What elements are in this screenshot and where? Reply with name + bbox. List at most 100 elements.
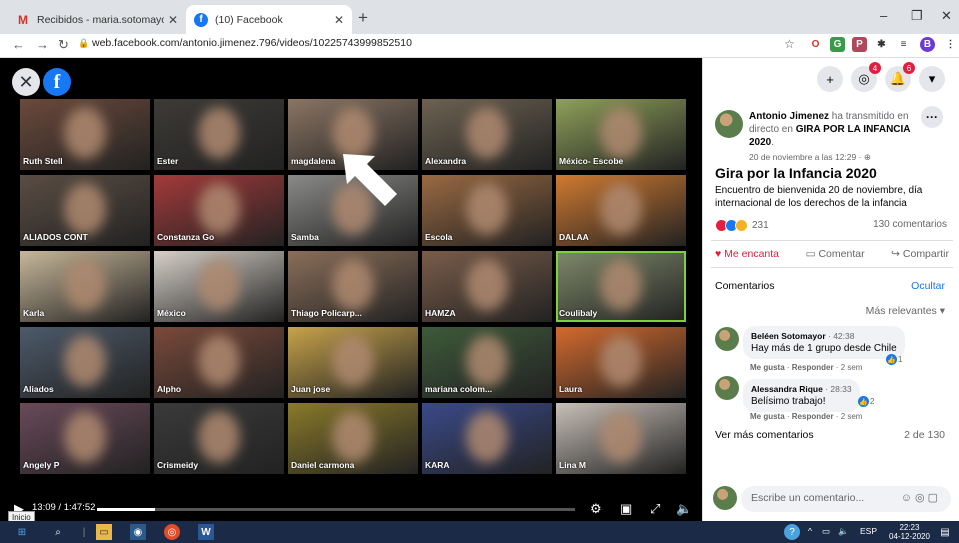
profile-avatar[interactable]: B — [920, 37, 935, 52]
blurred-face — [600, 411, 642, 463]
hide-comments-link[interactable]: Ocultar — [911, 280, 945, 292]
commenter-avatar[interactable] — [715, 327, 739, 351]
create-icon[interactable]: + — [817, 66, 843, 92]
close-video-button[interactable]: ✕ — [12, 68, 40, 96]
account-menu-icon[interactable]: ▾ — [919, 66, 945, 92]
sort-dropdown[interactable]: Más relevantes ▾ — [866, 305, 945, 317]
minimize-button[interactable]: – — [880, 8, 887, 23]
reactions-summary[interactable]: 231 — [715, 219, 769, 232]
facebook-icon: f — [194, 12, 208, 27]
blurred-face — [466, 411, 508, 463]
video-player[interactable]: ✕ f Ruth Stell Ester magdalena Alexandra Méx… — [0, 58, 702, 521]
language-indicator[interactable]: ESP — [860, 526, 877, 536]
tab-facebook[interactable]: f (10) Facebook ✕ — [186, 5, 352, 34]
comment-reply-link[interactable]: Responder — [792, 363, 834, 372]
help-icon[interactable]: ? — [784, 524, 800, 540]
author-avatar[interactable] — [715, 110, 743, 138]
participant-name: Angely P — [23, 460, 60, 470]
blurred-face — [198, 183, 240, 235]
tab-gmail[interactable]: M Recibidos - maria.sotomayor@u ✕ — [8, 5, 186, 34]
progress-bar[interactable] — [97, 508, 575, 511]
camera-icon[interactable]: ◎ — [915, 492, 928, 504]
comment-like-count[interactable]: 👍 2 — [858, 396, 874, 407]
lock-icon: 🔒 — [78, 38, 90, 48]
share-button[interactable]: ↪ Compartir — [891, 248, 949, 260]
file-explorer-icon[interactable]: ▭ — [96, 524, 112, 540]
notifications-bell-icon[interactable]: 🔔 6 — [885, 62, 915, 92]
post-header: Antonio Jimenez ha transmitido en direct… — [749, 110, 929, 149]
windows-start-icon[interactable]: ⊞ — [14, 524, 30, 540]
participant-name: México — [157, 308, 186, 318]
facebook-logo-icon[interactable]: f — [43, 68, 71, 96]
comment-timestamp[interactable]: · 28:33 — [823, 384, 851, 394]
volume-icon[interactable]: 🔈 — [676, 501, 692, 517]
participant-name: Laura — [559, 384, 583, 394]
clock[interactable]: 22:23 04-12-2020 — [889, 523, 930, 541]
comment-count[interactable]: 130 comentarios — [873, 219, 947, 230]
word-icon[interactable]: W — [198, 524, 214, 540]
emoji-icon[interactable]: ☺ — [901, 492, 915, 504]
comment-text: Hay más de 1 grupo desde Chile — [751, 343, 897, 354]
close-tab-icon[interactable]: ✕ — [168, 13, 178, 27]
comment-reply-link[interactable]: Responder — [792, 412, 834, 421]
puzzle-icon[interactable]: ✱ — [874, 37, 889, 52]
post-date[interactable]: 20 de noviembre a las 12:29 · ⊕ — [749, 152, 871, 163]
forward-icon[interactable]: → — [36, 37, 49, 52]
more-options-button[interactable]: ··· — [921, 106, 943, 128]
like-count: 2 — [870, 397, 875, 406]
commenter-avatar[interactable] — [715, 376, 739, 400]
volume-tray-icon[interactable]: 🔈 — [838, 526, 849, 537]
chrome-icon[interactable]: ◎ — [164, 524, 180, 540]
settings-gear-icon[interactable]: ⚙ — [590, 501, 602, 517]
post-actions: ♥ Me encanta ▭ Comentar ↪ Compartir — [711, 240, 953, 268]
reading-list-icon[interactable]: ≡ — [896, 37, 911, 52]
comment-timestamp[interactable]: · 42:38 — [826, 331, 854, 341]
camera-app-icon[interactable]: ◉ — [130, 524, 146, 540]
video-description: Encuentro de bienvenida 20 de noviembre,… — [715, 185, 923, 209]
love-button[interactable]: ♥ Me encanta — [715, 248, 779, 260]
back-icon[interactable]: ← — [12, 37, 25, 52]
more-comments-link[interactable]: Ver más comentarios — [715, 429, 814, 441]
comment-icon: ▭ — [805, 248, 819, 260]
reload-icon[interactable]: ↻ — [58, 37, 69, 53]
notification-center-icon[interactable]: ▤ — [937, 524, 953, 540]
network-icon[interactable]: ▭ — [822, 526, 830, 537]
gif-icon[interactable]: ▢ — [928, 492, 941, 504]
comment-author[interactable]: Alessandra Rique — [751, 384, 823, 394]
extension-icon[interactable]: G — [830, 37, 845, 52]
comment-text: Belísimo trabajo! — [751, 396, 826, 407]
participant-name: Alexandra — [425, 156, 467, 166]
participant-tile: HAMZA — [422, 251, 552, 322]
comment-like-link[interactable]: Me gusta — [750, 412, 785, 421]
like-icon: 👍 — [858, 396, 869, 407]
divider: | — [82, 526, 86, 538]
messenger-icon[interactable]: ◎ 4 — [851, 62, 881, 92]
close-tab-icon[interactable]: ✕ — [334, 13, 344, 27]
menu-icon[interactable]: ⋮ — [943, 37, 958, 52]
opera-extension-icon[interactable]: O — [808, 37, 823, 52]
blurred-face — [466, 107, 508, 159]
url-field[interactable]: web.facebook.com/antonio.jimenez.796/vid… — [92, 37, 412, 49]
tray-chevron-icon[interactable]: ^ — [808, 526, 812, 536]
maximize-button[interactable]: ❐ — [911, 8, 923, 24]
star-icon[interactable]: ☆ — [784, 37, 795, 51]
windows-taskbar: ⊞ ⌕ | ▭ ◉ ◎ W ? ^ ▭ 🔈 ESP 22:23 04-12-202… — [0, 521, 959, 543]
extension-icon[interactable]: P — [852, 37, 867, 52]
author-name[interactable]: Antonio Jimenez — [749, 111, 829, 122]
miniplayer-icon[interactable]: ▣ — [620, 501, 632, 517]
blurred-face — [64, 411, 106, 463]
blurred-face — [600, 183, 642, 235]
comment-like-count[interactable]: 👍 1 — [886, 354, 902, 365]
close-window-button[interactable]: ✕ — [941, 8, 952, 24]
blurred-face — [64, 107, 106, 159]
comment-like-link[interactable]: Me gusta — [750, 363, 785, 372]
search-icon[interactable]: ⌕ — [50, 524, 66, 540]
comment-age: · 2 sem — [833, 412, 863, 421]
comment-author[interactable]: Beléen Sotomayor — [751, 331, 826, 341]
new-tab-button[interactable]: + — [358, 8, 368, 28]
fullscreen-icon[interactable]: ⤢ — [650, 501, 660, 517]
comment-input[interactable]: Escribe un comentario... ☺◎▢ — [741, 486, 951, 512]
video-title: Gira por la Infancia 2020 — [715, 165, 877, 181]
clock-date: 04-12-2020 — [889, 532, 930, 541]
comment-button[interactable]: ▭ Comentar — [806, 248, 865, 260]
